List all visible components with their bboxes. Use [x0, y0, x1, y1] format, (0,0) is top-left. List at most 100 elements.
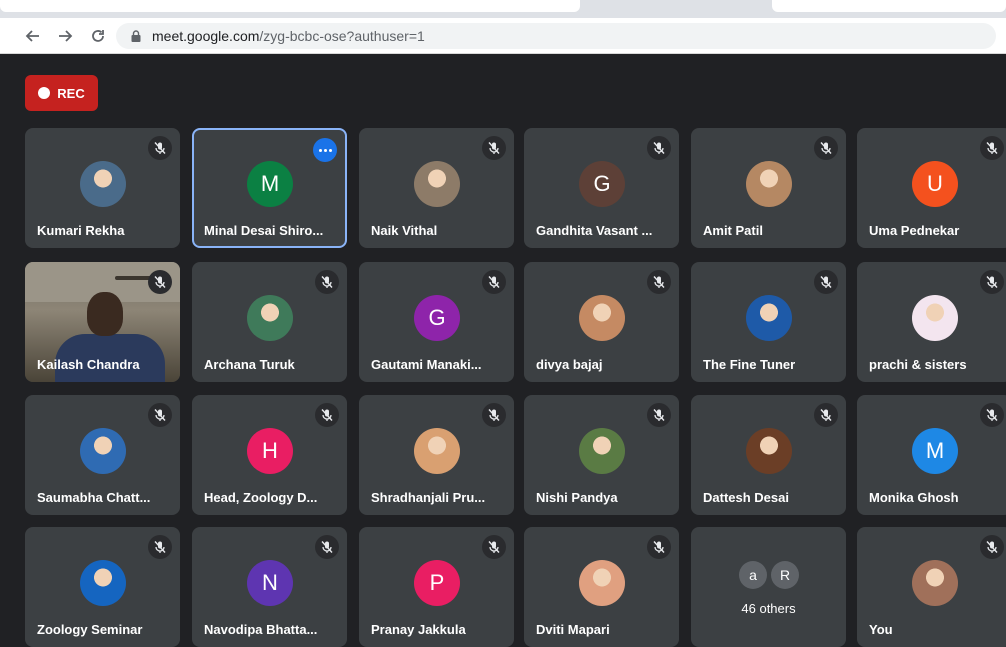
- avatar: [414, 161, 460, 207]
- participant-tile-navodipa-bhatta[interactable]: N Navodipa Bhatta...: [192, 527, 347, 647]
- avatar-initial: M: [260, 171, 280, 196]
- participant-tile-the-fine-tuner[interactable]: The Fine Tuner: [691, 262, 846, 382]
- avatar: U: [912, 161, 958, 207]
- mic-off-icon: [647, 270, 671, 294]
- forward-arrow-icon[interactable]: [54, 24, 78, 48]
- participant-name: Gautami Manaki...: [371, 357, 482, 372]
- avatar: [80, 428, 126, 474]
- avatar: [579, 295, 625, 341]
- avatar: [80, 161, 126, 207]
- avatar-initial: H: [262, 438, 278, 463]
- mic-off-icon: [647, 535, 671, 559]
- avatar-initial: M: [925, 438, 945, 463]
- reload-icon[interactable]: [86, 24, 110, 48]
- participant-name: divya bajaj: [536, 357, 603, 372]
- participant-name: Pranay Jakkula: [371, 622, 466, 637]
- meet-stage: REC Kumari Rekha M Minal Desai Shiro... Nai…: [0, 54, 1006, 647]
- avatar: [746, 295, 792, 341]
- participant-name: Uma Pednekar: [869, 223, 960, 238]
- address-bar[interactable]: meet.google.com/zyg-bcbc-ose?authuser=1: [116, 23, 996, 49]
- url-text: meet.google.com/zyg-bcbc-ose?authuser=1: [152, 28, 425, 44]
- avatar-initial: G: [593, 171, 611, 196]
- participant-name: Saumabha Chatt...: [37, 490, 151, 505]
- participant-name: Amit Patil: [703, 223, 763, 238]
- participant-tile-nishi-pandya[interactable]: Nishi Pandya: [524, 395, 679, 515]
- mic-off-icon: [482, 136, 506, 160]
- participant-tile-you[interactable]: You: [857, 527, 1006, 647]
- participant-name: Zoology Seminar: [37, 622, 143, 637]
- participant-tile-head-zoology-d[interactable]: H Head, Zoology D...: [192, 395, 347, 515]
- url-path: /zyg-bcbc-ose?authuser=1: [259, 28, 425, 44]
- avatar: [746, 428, 792, 474]
- participant-tile-shradhanjali-pru[interactable]: Shradhanjali Pru...: [359, 395, 514, 515]
- participant-tile-kumari-rekha[interactable]: Kumari Rekha: [25, 128, 180, 248]
- participant-tile-amit-patil[interactable]: Amit Patil: [691, 128, 846, 248]
- avatar: H: [247, 428, 293, 474]
- participant-name: Naik Vithal: [371, 223, 438, 238]
- participant-tile-uma-pednekar[interactable]: U Uma Pednekar: [857, 128, 1006, 248]
- participant-name: Dviti Mapari: [536, 622, 610, 637]
- browser-tab-strip: [0, 0, 1006, 18]
- participant-tile-gandhita-vasant[interactable]: G Gandhita Vasant ...: [524, 128, 679, 248]
- lock-icon: [128, 28, 144, 44]
- participant-name: Kumari Rekha: [37, 223, 125, 238]
- participant-tile-zoology-seminar[interactable]: Zoology Seminar: [25, 527, 180, 647]
- more-options-icon[interactable]: [313, 138, 337, 162]
- avatar-initial: P: [429, 570, 445, 595]
- participant-name: Minal Desai Shiro...: [204, 223, 324, 238]
- participant-tile-divya-bajaj[interactable]: divya bajaj: [524, 262, 679, 382]
- participant-name: The Fine Tuner: [703, 357, 796, 372]
- browser-tab[interactable]: [772, 0, 1006, 12]
- back-arrow-icon[interactable]: [20, 24, 44, 48]
- participant-tile-dattesh-desai[interactable]: Dattesh Desai: [691, 395, 846, 515]
- avatar: P: [414, 560, 460, 606]
- url-host: meet.google.com: [152, 28, 260, 44]
- avatar-initial: U: [927, 171, 943, 196]
- mic-off-icon: [980, 535, 1004, 559]
- avatar: M: [912, 428, 958, 474]
- participant-tile-prachi-sisters[interactable]: prachi & sisters: [857, 262, 1006, 382]
- participant-tile-dviti-mapari[interactable]: Dviti Mapari: [524, 527, 679, 647]
- mic-off-icon: [315, 403, 339, 427]
- browser-toolbar: meet.google.com/zyg-bcbc-ose?authuser=1: [0, 18, 1006, 54]
- mic-off-icon: [980, 270, 1004, 294]
- participant-tile-monika-ghosh[interactable]: M Monika Ghosh: [857, 395, 1006, 515]
- avatar: G: [414, 295, 460, 341]
- mic-off-icon: [814, 270, 838, 294]
- avatar: N: [247, 560, 293, 606]
- participant-tile-saumabha-chatt[interactable]: Saumabha Chatt...: [25, 395, 180, 515]
- mic-off-icon: [814, 136, 838, 160]
- mic-off-icon: [482, 535, 506, 559]
- participant-name: Monika Ghosh: [869, 490, 959, 505]
- browser-tab[interactable]: [0, 0, 580, 12]
- avatar-initial: G: [428, 305, 446, 330]
- mic-off-icon: [647, 136, 671, 160]
- mic-off-icon: [647, 403, 671, 427]
- participant-tile-kailash-chandra[interactable]: Kailash Chandra: [25, 262, 180, 382]
- mic-off-icon: [148, 270, 172, 294]
- avatar: [579, 428, 625, 474]
- others-avatars: aR: [739, 561, 803, 589]
- participant-tile-naik-vithal[interactable]: Naik Vithal: [359, 128, 514, 248]
- participant-tile-archana-turuk[interactable]: Archana Turuk: [192, 262, 347, 382]
- participant-tile-46-others[interactable]: a R 46 others: [691, 527, 846, 647]
- mic-off-icon: [315, 270, 339, 294]
- participant-tile-minal-desai-shiro[interactable]: M Minal Desai Shiro...: [192, 128, 347, 248]
- participant-tile-pranay-jakkula[interactable]: P Pranay Jakkula: [359, 527, 514, 647]
- mini-avatar: a: [739, 561, 767, 589]
- participant-name: Dattesh Desai: [703, 490, 789, 505]
- participant-tile-gautami-manaki[interactable]: G Gautami Manaki...: [359, 262, 514, 382]
- avatar: [746, 161, 792, 207]
- mic-off-icon: [315, 535, 339, 559]
- avatar: [247, 295, 293, 341]
- recording-indicator[interactable]: REC: [25, 75, 98, 111]
- avatar: [414, 428, 460, 474]
- avatar: [912, 295, 958, 341]
- mic-off-icon: [482, 270, 506, 294]
- participant-name: Navodipa Bhatta...: [204, 622, 318, 637]
- mic-off-icon: [980, 136, 1004, 160]
- mic-off-icon: [148, 403, 172, 427]
- participant-name: prachi & sisters: [869, 357, 967, 372]
- others-count-label: 46 others: [741, 601, 796, 616]
- avatar-initial: N: [262, 570, 278, 595]
